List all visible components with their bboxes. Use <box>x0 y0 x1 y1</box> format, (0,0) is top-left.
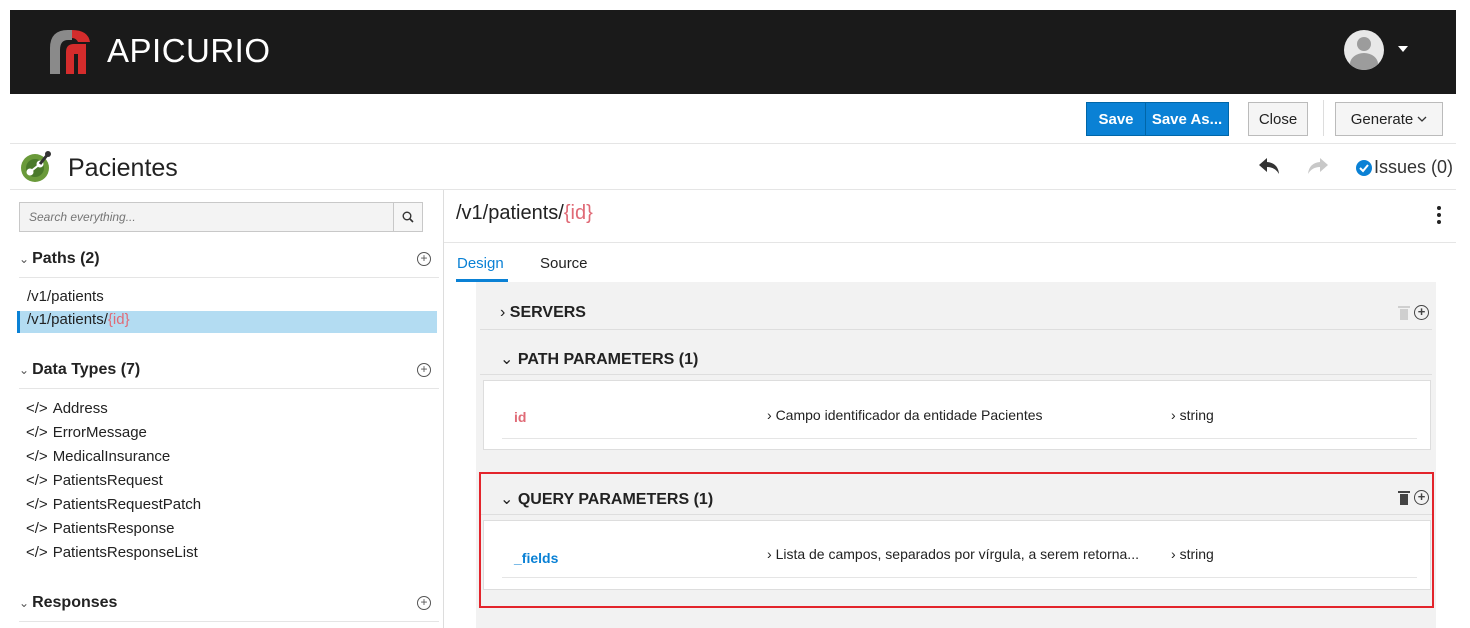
page-title: Pacientes <box>68 154 178 182</box>
chevron-down-icon: ⌄ <box>19 252 30 266</box>
apicurio-logo-icon <box>50 30 90 74</box>
sidebar-item-data-type[interactable]: </> PatientsResponse <box>26 520 174 537</box>
undo-icon[interactable] <box>1257 156 1281 176</box>
sidebar-item-path-selected[interactable]: /v1/patients/{id} <box>17 311 437 333</box>
data-type-label: PatientsRequestPatch <box>52 496 202 513</box>
path-param: {id} <box>563 202 593 224</box>
data-type-label: Address <box>52 400 108 417</box>
param-name[interactable]: id <box>514 409 526 425</box>
chevron-down-icon: ⌄ <box>19 596 30 610</box>
path-parameters-card: id › Campo identificador da entidade Pac… <box>483 380 1431 450</box>
search-icon <box>402 211 414 223</box>
servers-label: SERVERS <box>509 304 586 321</box>
path-param: {id} <box>107 311 130 328</box>
path-parameters-label: PATH PARAMETERS (1) <box>517 351 699 368</box>
avatar-head <box>1357 37 1371 51</box>
responses-header-label: Responses <box>32 594 118 611</box>
data-type-label: MedicalInsurance <box>52 448 171 465</box>
add-path-icon[interactable]: + <box>417 252 431 266</box>
editor-tabs: Design Source <box>444 242 1456 282</box>
kebab-menu-icon[interactable] <box>1437 206 1441 224</box>
tab-source[interactable]: Source <box>540 255 588 272</box>
avatar-shoulders <box>1350 53 1378 70</box>
tab-design[interactable]: Design <box>457 255 504 272</box>
app-header: APICURIO <box>10 10 1456 94</box>
code-icon: </> <box>26 448 48 465</box>
data-type-label: PatientsResponseList <box>52 544 198 561</box>
code-icon: </> <box>26 472 48 489</box>
sidebar-item-data-type[interactable]: </> PatientsResponseList <box>26 544 198 561</box>
save-as-button[interactable]: Save As... <box>1145 102 1229 136</box>
sidebar-item-data-type[interactable]: </> Address <box>26 400 108 417</box>
responses-section-header[interactable]: ⌄ Responses + <box>19 594 439 622</box>
path-prefix: /v1/patients <box>27 288 104 305</box>
add-server-icon[interactable]: + <box>1414 305 1429 320</box>
issues-link[interactable]: Issues (0) <box>1374 157 1453 178</box>
param-description[interactable]: › Campo identificador da entidade Pacien… <box>767 407 1043 423</box>
paths-header-label: Paths (2) <box>32 250 100 267</box>
sidebar-item-path[interactable]: /v1/patients <box>17 288 437 310</box>
data-type-label: PatientsRequest <box>52 472 163 489</box>
paths-section-header[interactable]: ⌄ Paths (2) + <box>19 250 439 278</box>
param-type[interactable]: › string <box>1171 407 1214 423</box>
redo-icon[interactable] <box>1306 156 1330 176</box>
path-prefix: /v1/patients/ <box>456 202 564 224</box>
data-type-label: ErrorMessage <box>52 424 147 441</box>
trash-icon[interactable] <box>1398 306 1410 320</box>
editor-toolbar: Save Save As... Close Generate <box>10 94 1456 144</box>
code-icon: </> <box>26 400 48 417</box>
toolbar-divider <box>1323 100 1324 136</box>
user-menu-caret-icon[interactable] <box>1398 46 1408 52</box>
data-type-label: PatientsResponse <box>52 520 175 537</box>
chevron-down-icon <box>1417 116 1427 122</box>
api-icon <box>21 151 51 182</box>
sidebar-item-data-type[interactable]: </> PatientsRequest <box>26 472 163 489</box>
close-button[interactable]: Close <box>1248 102 1308 136</box>
path-prefix: /v1/patients/ <box>27 311 108 328</box>
data-types-section-header[interactable]: ⌄ Data Types (7) + <box>19 361 439 389</box>
code-icon: </> <box>26 544 48 561</box>
code-icon: </> <box>26 520 48 537</box>
code-icon: </> <box>26 496 48 513</box>
sidebar-item-data-type[interactable]: </> PatientsRequestPatch <box>26 496 201 513</box>
check-circle-icon <box>1356 160 1372 176</box>
servers-section-header[interactable]: › SERVERS + <box>480 294 1432 330</box>
row-divider <box>502 438 1417 439</box>
sidebar-item-data-type[interactable]: </> ErrorMessage <box>26 424 147 441</box>
data-types-header-label: Data Types (7) <box>32 361 141 378</box>
api-title-bar: Pacientes Issues (0) <box>10 144 1456 190</box>
add-data-type-icon[interactable]: + <box>417 363 431 377</box>
selected-path-title: /v1/patients/{id} <box>456 202 593 225</box>
save-button[interactable]: Save <box>1086 102 1146 136</box>
user-avatar[interactable] <box>1344 30 1384 70</box>
brand-name: APICURIO <box>107 32 271 69</box>
search-field[interactable] <box>19 202 394 232</box>
path-parameters-section-header[interactable]: ⌄ PATH PARAMETERS (1) <box>480 339 1432 375</box>
query-parameters-highlight <box>479 472 1434 608</box>
sidebar-item-data-type[interactable]: </> MedicalInsurance <box>26 448 170 465</box>
chevron-right-icon: › <box>500 304 506 321</box>
generate-dropdown[interactable]: Generate <box>1335 102 1443 136</box>
chevron-down-icon: ⌄ <box>19 363 30 377</box>
add-response-icon[interactable]: + <box>417 596 431 610</box>
chevron-down-icon: ⌄ <box>500 351 514 368</box>
code-icon: </> <box>26 424 48 441</box>
search-button[interactable] <box>393 202 423 232</box>
generate-label: Generate <box>1350 110 1414 128</box>
navigation-sidebar: ⌄Paths (2) + /v1/patients /v1/patients/{… <box>10 190 444 628</box>
search-input[interactable] <box>20 203 393 231</box>
